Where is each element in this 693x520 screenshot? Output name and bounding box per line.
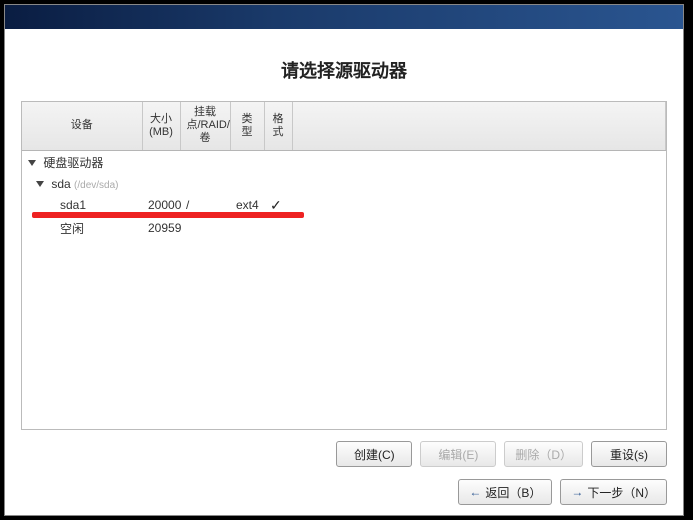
table-header-row: 设备 大小(MB) 挂载点/RAID/卷 类型 格式 (22, 102, 666, 150)
partition-name: 空闲 (22, 217, 142, 240)
tree-root-row[interactable]: 硬盘驱动器 (22, 150, 666, 174)
col-format[interactable]: 格式 (264, 102, 292, 150)
back-label: 返回（B） (485, 484, 541, 501)
next-label: 下一步（N） (587, 484, 656, 501)
col-mount[interactable]: 挂载点/RAID/卷 (180, 102, 230, 150)
create-button[interactable]: 创建(C) (336, 441, 412, 467)
check-icon: ✓ (270, 197, 282, 213)
partition-table-area: 设备 大小(MB) 挂载点/RAID/卷 类型 格式 硬盘驱动器 (21, 101, 667, 430)
disk-name: sda (51, 177, 70, 191)
nav-button-row: 返回（B） 下一步（N） (21, 473, 667, 507)
edit-button: 编辑(E) (420, 441, 496, 467)
partition-mount (180, 217, 230, 240)
annotation-underline (32, 212, 304, 218)
delete-button: 删除（D） (504, 441, 583, 467)
partition-size: 20959 (142, 217, 180, 240)
action-button-row: 创建(C) 编辑(E) 删除（D） 重设(s) (21, 430, 667, 473)
chevron-down-icon[interactable] (36, 181, 44, 187)
disk-path: (/dev/sda) (74, 180, 118, 191)
partition-type (230, 217, 264, 240)
back-button[interactable]: 返回（B） (458, 479, 552, 505)
next-button[interactable]: 下一步（N） (560, 479, 667, 505)
partition-row[interactable]: 空闲 20959 (22, 217, 666, 240)
col-size[interactable]: 大小(MB) (142, 102, 180, 150)
col-spacer (292, 102, 666, 150)
arrow-right-icon (571, 485, 583, 499)
partition-table: 设备 大小(MB) 挂载点/RAID/卷 类型 格式 硬盘驱动器 (22, 102, 666, 240)
reset-button[interactable]: 重设(s) (591, 441, 667, 467)
root-label: 硬盘驱动器 (43, 156, 103, 170)
installer-window: 请选择源驱动器 设备 大小(MB) 挂载点/RAID/卷 类型 格式 (4, 4, 684, 516)
chevron-down-icon[interactable] (28, 160, 36, 166)
tree-disk-row[interactable]: sda (/dev/sda) (22, 174, 666, 194)
titlebar (5, 5, 683, 29)
col-device[interactable]: 设备 (22, 102, 142, 150)
col-type[interactable]: 类型 (230, 102, 264, 150)
arrow-left-icon (469, 485, 481, 499)
page-title: 请选择源驱动器 (21, 57, 667, 83)
content: 请选择源驱动器 设备 大小(MB) 挂载点/RAID/卷 类型 格式 (5, 29, 683, 515)
